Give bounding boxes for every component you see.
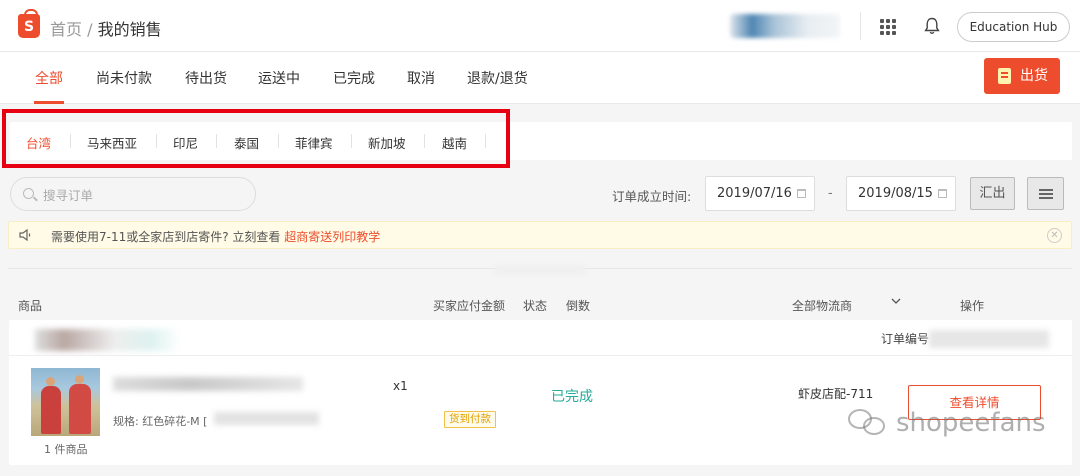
- list-view-button[interactable]: [1027, 177, 1064, 210]
- order-number-label: 订单编号: [881, 332, 930, 346]
- tab-shipping[interactable]: 运送中: [258, 68, 300, 88]
- tab-to-ship[interactable]: 待出货: [185, 68, 227, 88]
- end-date-input[interactable]: 2019/08/15: [846, 176, 956, 211]
- carrier-name: 虾皮店配-711: [798, 387, 874, 401]
- blurred-buyer: [35, 329, 180, 351]
- chevron-down-icon[interactable]: [891, 296, 901, 306]
- divider: [860, 12, 861, 40]
- speaker-icon: [19, 229, 31, 241]
- tab-refund-return[interactable]: 退款/退货: [467, 68, 528, 88]
- column-status: 状态: [523, 299, 548, 313]
- blurred-variation: [214, 412, 319, 425]
- breadcrumb: 首页 / 我的销售: [50, 16, 162, 40]
- tab-all[interactable]: 全部: [35, 68, 63, 88]
- notice-link[interactable]: 超商寄送列印教学: [284, 230, 380, 244]
- breadcrumb-separator: /: [82, 20, 98, 39]
- document-icon: [998, 68, 1011, 84]
- column-action: 操作: [960, 299, 985, 313]
- breadcrumb-current: 我的销售: [97, 20, 162, 39]
- order-status: 已完成: [551, 389, 593, 405]
- ship-button-label: 出货: [1020, 68, 1048, 84]
- notice-bar: 需要使用7-11或全家店到店寄件? 立刻查看 超商寄送列印教学 ✕: [8, 221, 1072, 249]
- apps-grid-icon[interactable]: [880, 19, 896, 35]
- date-filter-label: 订单成立时间:: [612, 189, 692, 204]
- product-variation: 规格: 红色碎花-M [: [113, 415, 208, 428]
- search-input[interactable]: [43, 185, 243, 205]
- watermark-text: shopeefans: [896, 408, 1046, 438]
- order-card: 订单编号 1 件商品 规格: 红色碎花-M [ x1 货到付款 已完成 虾皮店配…: [9, 320, 1072, 465]
- ship-button[interactable]: 出货: [984, 58, 1060, 94]
- highlight-box: [2, 109, 510, 168]
- card-divider: [9, 355, 1072, 356]
- wechat-icon: [848, 409, 888, 435]
- product-image[interactable]: [31, 368, 100, 436]
- blurred-text: [495, 265, 585, 275]
- tab-unpaid[interactable]: 尚未付款: [96, 68, 152, 88]
- calendar-icon[interactable]: [797, 189, 806, 198]
- blurred-username[interactable]: [730, 14, 840, 38]
- carrier-filter[interactable]: 全部物流商: [792, 297, 852, 314]
- date-range-separator: -: [828, 186, 833, 201]
- export-button[interactable]: 汇出: [970, 177, 1015, 210]
- education-hub-button[interactable]: Education Hub: [957, 12, 1070, 42]
- payment-method-badge: 货到付款: [444, 411, 496, 428]
- close-icon[interactable]: ✕: [1047, 228, 1062, 243]
- order-search[interactable]: [10, 177, 256, 211]
- top-bar: S 首页 / 我的销售 Education Hub: [0, 0, 1080, 52]
- menu-line: [1039, 197, 1053, 199]
- tab-completed[interactable]: 已完成: [333, 68, 375, 88]
- bell-icon[interactable]: [924, 17, 940, 35]
- status-tabs: 全部 尚未付款 待出货 运送中 已完成 取消 退款/退货: [0, 52, 1080, 104]
- quantity: x1: [393, 379, 408, 393]
- tab-cancelled[interactable]: 取消: [407, 68, 435, 88]
- notice-text: 需要使用7-11或全家店到店寄件? 立刻查看 超商寄送列印教学: [51, 230, 381, 244]
- menu-line: [1039, 193, 1053, 195]
- start-date-input[interactable]: 2019/07/16: [705, 176, 815, 211]
- breadcrumb-home[interactable]: 首页: [50, 20, 82, 39]
- watermark: shopeefans: [848, 408, 1046, 438]
- end-date-value: 2019/08/15: [858, 186, 933, 201]
- column-product: 商品: [18, 299, 43, 313]
- column-countdown: 倒数: [566, 299, 591, 313]
- blurred-product-title: [113, 377, 303, 391]
- blurred-order-number: [929, 330, 1049, 348]
- item-count: 1 件商品: [44, 443, 88, 456]
- active-tab-underline: [34, 101, 64, 104]
- shopee-logo[interactable]: S: [18, 9, 40, 38]
- start-date-value: 2019/07/16: [717, 186, 792, 201]
- calendar-icon[interactable]: [938, 189, 947, 198]
- menu-line: [1039, 189, 1053, 191]
- search-icon: [23, 188, 34, 199]
- column-buyer-amount: 买家应付金额: [433, 299, 506, 313]
